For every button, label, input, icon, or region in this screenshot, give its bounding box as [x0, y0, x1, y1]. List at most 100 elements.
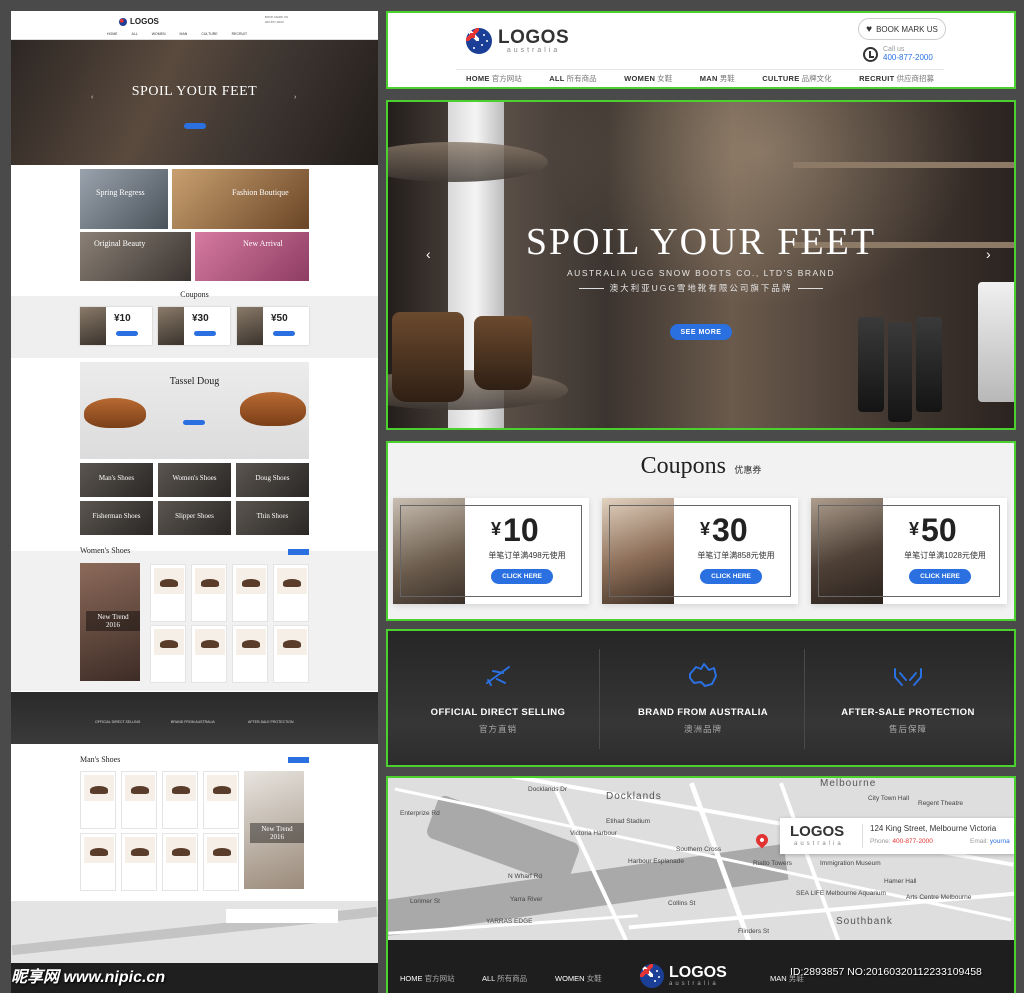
hands-protect-icon [803, 661, 1013, 691]
thumb-product-image [84, 837, 114, 863]
nav-women[interactable]: WOMEN 女鞋 [624, 73, 672, 84]
thumb-grid-label: Doug Shoes [255, 474, 290, 482]
bookmark-button[interactable]: ♥ BOOK MARK US [858, 18, 946, 40]
coupon-condition: 单笔订单满498元使用 [488, 551, 566, 560]
thumb-cat-label: Spring Regress [96, 188, 145, 197]
map-label: Docklands [606, 791, 662, 802]
thumb-product [191, 625, 227, 683]
nav-man[interactable]: MAN 男鞋 [700, 73, 735, 84]
thumb-coupon: ¥30 [158, 307, 230, 345]
hero-coat [858, 317, 884, 412]
hero-section: SPOIL YOUR FEET AUSTRALIA UGG SNOW BOOTS… [386, 100, 1016, 430]
thumb-product-image [154, 568, 184, 594]
thumb-product-image [195, 629, 225, 655]
map-label: Arts Centre Melbourne [906, 894, 972, 901]
footer-logo[interactable]: LOGOS australia [640, 964, 727, 988]
feature-official: OFFICIAL DIRECT SELLING 官方直销 [393, 661, 603, 735]
coupons-title: Coupons 优惠券 [388, 453, 1014, 480]
map-label: Melbourne [820, 778, 877, 789]
map-label: YARRAS EDGE [486, 918, 533, 925]
nav-label: HOME [466, 74, 490, 83]
coupon-condition: 单笔订单满1028元使用 [904, 551, 986, 560]
map-label: Enterprize Rd [400, 810, 440, 817]
thumb-product [162, 771, 198, 829]
footer-logo-main: LOGOS [669, 964, 727, 981]
thumb-new-trend: New Trend 2016 [86, 611, 140, 631]
see-more-button[interactable]: SEE MORE [670, 324, 732, 340]
thumb-product [273, 564, 309, 622]
footer-nav-label: WOMEN [555, 974, 585, 983]
thumb-cat-label: Original Beauty [94, 239, 146, 248]
thumb-product [203, 771, 239, 829]
prev-slide-icon[interactable]: ‹ [426, 246, 431, 262]
thumb-feature-label: OFFICIAL DIRECT SELLING [95, 720, 141, 724]
thumb-coupon-button [116, 331, 138, 336]
thumb-product-image [277, 568, 307, 594]
hero-boot [392, 312, 464, 402]
bookmark-label: BOOK MARK US [876, 24, 938, 34]
thumb-coupon-photo [80, 307, 106, 345]
phone-value: 400-877-2000 [892, 838, 933, 845]
map-label: Harbour Esplanade [628, 858, 685, 865]
coupon-click-button[interactable]: CLICK HERE [909, 569, 971, 584]
thumb-women-feature: New Trend 2016 [80, 563, 140, 681]
feature-title: AFTER-SALE PROTECTION [841, 707, 975, 718]
footer-nav-label-cn: 女鞋 [586, 974, 602, 983]
feature-subtitle: 官方直销 [478, 724, 517, 734]
map-label: Regent Theatre [918, 800, 964, 807]
hero-coat [916, 317, 942, 412]
coupon-click-button[interactable]: CLICK HERE [700, 569, 762, 584]
map-label: City Town Hall [868, 795, 910, 802]
thumb-grid-label: Women's Shoes [172, 474, 217, 482]
thumb-grid-label: Man's Shoes [98, 474, 135, 482]
thumb-nav-all: ALL [131, 32, 138, 36]
thumb-cat-label: New Arrival [243, 239, 283, 248]
currency-symbol: ¥ [700, 519, 711, 539]
thumb-coupon-value: ¥30 [192, 313, 209, 324]
thumb-coupon-button [273, 331, 295, 336]
thumb-tools: BOOK MARK US 400-877-2000 [265, 15, 288, 25]
nav-label: CULTURE [762, 74, 800, 83]
map-label: Southern Cross [676, 846, 722, 853]
coupon-condition: 单笔订单满858元使用 [697, 551, 775, 560]
coupon-card: ¥30 单笔订单满858元使用 CLICK HERE [602, 498, 798, 604]
thumb-product [273, 625, 309, 683]
map-label: Docklands Dr [528, 786, 568, 793]
thumb-product [232, 564, 268, 622]
hero-rack [793, 162, 1014, 168]
thumb-product [80, 771, 116, 829]
thumb-hero: SPOIL YOUR FEET ‹ › [11, 40, 378, 165]
coupons-title-en: Coupons [640, 453, 726, 479]
logo-text: LOGOS [498, 27, 570, 48]
footer-nav-home[interactable]: HOME 官方网站 [400, 973, 455, 984]
thumb-product-image [166, 837, 196, 863]
nav-culture[interactable]: CULTURE 品牌文化 [762, 73, 831, 84]
nav-home[interactable]: HOME 官方网站 [466, 73, 522, 84]
map-label: Yarra River [510, 896, 543, 903]
thumb-cat: Fashion Boutique [172, 169, 309, 229]
coupon-card: ¥50 单笔订单满1028元使用 CLICK HERE [811, 498, 1007, 604]
coupons-title-cn: 优惠券 [734, 465, 762, 475]
thumb-tassel-button [183, 420, 205, 425]
coupon-click-button[interactable]: CLICK HERE [491, 569, 553, 584]
site-logo[interactable]: LOGOS australia [466, 28, 569, 54]
map-label: N Wharf Rd [508, 873, 542, 880]
coupons-section: Coupons 优惠券 ¥10 单笔订单满498元使用 CLICK HERE ¥… [386, 441, 1016, 621]
coupon-amount: 30 [712, 512, 748, 548]
coupon-value: ¥30 [700, 512, 748, 549]
map-label: Immigration Museum [820, 860, 881, 867]
hero-subtitle: AUSTRALIA UGG SNOW BOOTS CO., LTD'S BRAN… [567, 268, 835, 278]
coupon-amount: 10 [503, 512, 539, 548]
nav-recruit[interactable]: RECRUIT 供应商招募 [859, 73, 934, 84]
thumb-coupons-title: Coupons [180, 290, 209, 299]
footer-nav-women[interactable]: WOMEN 女鞋 [555, 973, 602, 984]
thumb-nav-home: HOME [107, 32, 118, 36]
next-slide-icon[interactable]: › [986, 246, 991, 262]
coupon-amount: 50 [921, 512, 957, 548]
thumb-product-image [236, 629, 266, 655]
thumb-man-feature: New Trend 2016 [244, 771, 304, 889]
footer-nav-all[interactable]: ALL 所有商品 [482, 973, 527, 984]
header-section: LOGOS australia ♥ BOOK MARK US Call us 4… [386, 11, 1016, 89]
nav-all[interactable]: ALL 所有商品 [549, 73, 596, 84]
thumb-phone: 400-877-2000 [264, 20, 284, 24]
